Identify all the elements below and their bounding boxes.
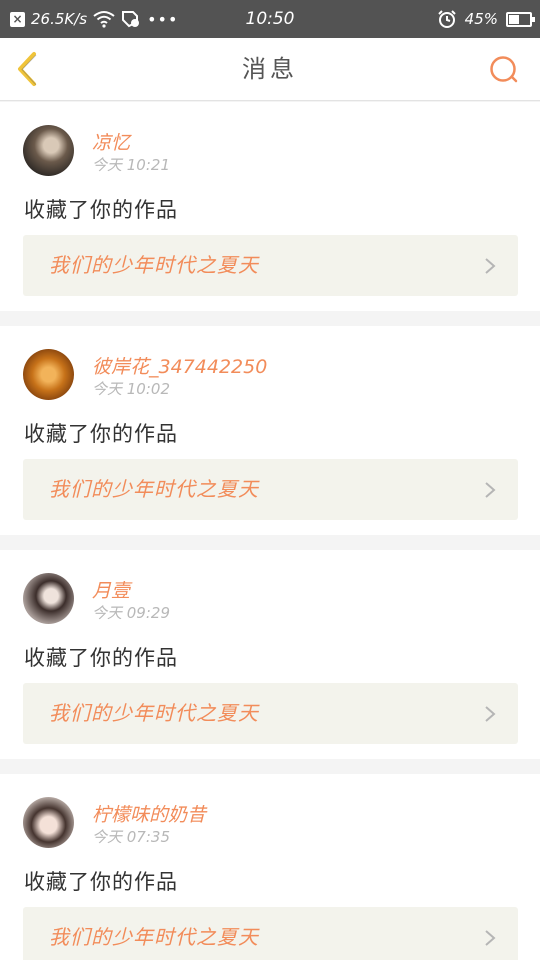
message-card: 月壹 今天 09:29 收藏了你的作品 我们的少年时代之夏天	[0, 550, 540, 759]
work-title: 我们的少年时代之夏天	[49, 925, 259, 949]
message-time: 今天 07:35	[92, 828, 170, 846]
work-title: 我们的少年时代之夏天	[49, 477, 259, 501]
network-speed: 26.5K/s	[31, 10, 88, 28]
work-link[interactable]: 我们的少年时代之夏天	[23, 683, 518, 744]
chevron-right-icon	[485, 482, 496, 498]
search-icon	[490, 56, 518, 83]
avatar[interactable]	[23, 797, 74, 848]
chevron-right-icon	[485, 930, 496, 946]
message-time: 今天 09:29	[92, 604, 170, 622]
work-title: 我们的少年时代之夏天	[49, 701, 259, 725]
wifi-icon	[93, 10, 115, 28]
back-button[interactable]	[12, 50, 46, 88]
username[interactable]: 凉忆	[92, 128, 130, 155]
message-time: 今天 10:02	[92, 380, 170, 398]
work-link[interactable]: 我们的少年时代之夏天	[23, 907, 518, 960]
action-text: 收藏了你的作品	[24, 870, 178, 894]
battery-fill	[509, 14, 519, 24]
work-link[interactable]: 我们的少年时代之夏天	[23, 235, 518, 296]
username[interactable]: 彼岸花_347442250	[92, 352, 267, 379]
close-box-icon: ×	[10, 11, 25, 27]
status-left: × 26.5K/s •••	[0, 10, 220, 29]
sim-icon	[121, 10, 141, 28]
message-card: 凉忆 今天 10:21 收藏了你的作品 我们的少年时代之夏天	[0, 102, 540, 311]
avatar[interactable]	[23, 125, 74, 176]
username[interactable]: 月壹	[92, 576, 130, 603]
chevron-right-icon	[485, 258, 496, 274]
action-text: 收藏了你的作品	[24, 646, 178, 670]
username[interactable]: 柠檬味的奶昔	[92, 800, 206, 827]
search-button[interactable]	[488, 54, 520, 86]
work-link[interactable]: 我们的少年时代之夏天	[23, 459, 518, 520]
message-card: 彼岸花_347442250 今天 10:02 收藏了你的作品 我们的少年时代之夏…	[0, 326, 540, 535]
alarm-icon	[437, 9, 457, 29]
app-header: 消息	[0, 38, 540, 101]
message-time: 今天 10:21	[92, 156, 170, 174]
status-right: 45%	[437, 0, 535, 38]
avatar[interactable]	[23, 349, 74, 400]
work-title: 我们的少年时代之夏天	[49, 253, 259, 277]
action-text: 收藏了你的作品	[24, 198, 178, 222]
chevron-right-icon	[485, 706, 496, 722]
avatar[interactable]	[23, 573, 74, 624]
action-text: 收藏了你的作品	[24, 422, 178, 446]
battery-percent: 45%	[464, 10, 498, 28]
message-list: 凉忆 今天 10:21 收藏了你的作品 我们的少年时代之夏天 彼岸花_34744…	[0, 102, 540, 960]
message-card: 柠檬味的奶昔 今天 07:35 收藏了你的作品 我们的少年时代之夏天	[0, 774, 540, 960]
battery-icon	[506, 11, 535, 27]
page-title: 消息	[242, 55, 298, 83]
more-dots-icon: •••	[147, 9, 179, 29]
status-bar: × 26.5K/s ••• 10:50 45%	[0, 0, 540, 38]
chevron-left-icon	[18, 52, 37, 86]
